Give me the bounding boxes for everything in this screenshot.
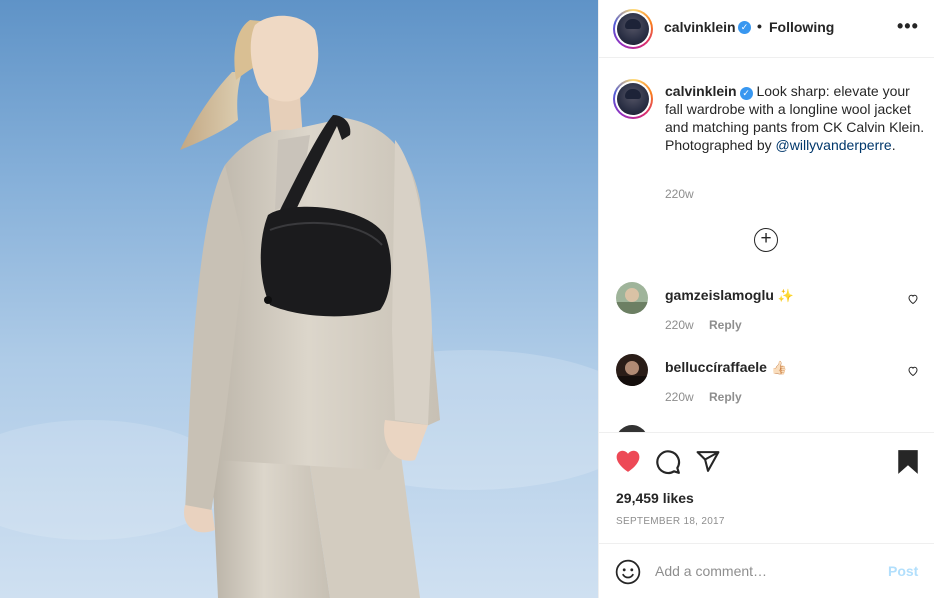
comment-icon[interactable]: [655, 449, 681, 475]
caption-suffix: .: [891, 137, 896, 153]
post-sidebar: calvinklein ✓ • Following ••• calvinklei…: [598, 0, 934, 598]
comment-timestamp[interactable]: 220w: [665, 390, 694, 404]
commenter-avatar[interactable]: [616, 282, 648, 314]
fashion-photo: [0, 15, 598, 598]
comment-input[interactable]: [655, 559, 875, 583]
paper-plane-icon[interactable]: [695, 449, 721, 474]
comment-item: gamzeislamoglu ✨ 220w Reply: [599, 282, 934, 352]
post-comment-button[interactable]: Post: [888, 563, 918, 579]
commenter-avatar[interactable]: [616, 354, 648, 386]
heart-outline-icon[interactable]: [907, 293, 919, 305]
reply-button[interactable]: Reply: [709, 318, 742, 332]
likes-count[interactable]: 29,459 likes: [616, 490, 694, 506]
mention-link[interactable]: @willyvanderperre: [776, 137, 892, 153]
comment-item: belluccíraffaele 👍🏻 220w Reply: [599, 354, 934, 424]
sparkles-emoji: ✨: [777, 288, 795, 303]
bookmark-filled-icon[interactable]: [897, 449, 919, 475]
caption-username-link[interactable]: calvinklein: [665, 83, 737, 99]
add-comment-bar: Post: [599, 545, 934, 598]
post-header: calvinklein ✓ • Following •••: [599, 0, 934, 58]
heart-outline-icon[interactable]: [907, 365, 919, 377]
more-options-icon[interactable]: •••: [897, 17, 919, 35]
post-actions: 29,459 likes SEPTEMBER 18, 2017: [599, 434, 934, 544]
following-button[interactable]: Following: [769, 19, 834, 35]
comment-username-link[interactable]: belluccíraffaele 👍🏻: [665, 359, 787, 376]
comment-item-partial: [599, 425, 934, 432]
thumbs-up-emoji: 👍🏻: [770, 360, 788, 375]
comment-timestamp[interactable]: 220w: [665, 318, 694, 332]
caption-avatar[interactable]: [613, 79, 653, 119]
verified-badge-icon: ✓: [738, 21, 751, 34]
author-avatar[interactable]: [613, 9, 653, 49]
comments-list[interactable]: calvinklein ✓ Look sharp: elevate your fa…: [599, 59, 934, 433]
post-date[interactable]: SEPTEMBER 18, 2017: [616, 516, 725, 527]
caption-text: calvinklein ✓ Look sharp: elevate your fa…: [665, 82, 927, 154]
heart-filled-icon[interactable]: [615, 449, 641, 473]
plus-circle-icon[interactable]: +: [754, 228, 778, 252]
verified-badge-icon: ✓: [739, 87, 753, 100]
commenter-avatar[interactable]: [616, 425, 648, 432]
reply-button[interactable]: Reply: [709, 390, 742, 404]
caption-timestamp[interactable]: 220w: [665, 187, 694, 201]
author-username-link[interactable]: calvinklein: [664, 19, 736, 35]
smiley-icon[interactable]: [615, 559, 641, 585]
separator-dot: •: [757, 18, 762, 34]
post-image[interactable]: [0, 0, 598, 598]
comment-username-link[interactable]: gamzeislamoglu ✨: [665, 287, 794, 304]
